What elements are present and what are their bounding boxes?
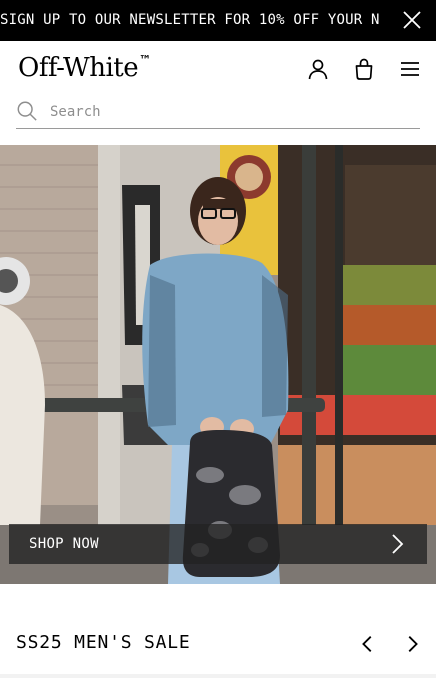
close-icon[interactable] (400, 8, 424, 32)
promo-banner-text[interactable]: SIGN UP TO OUR NEWSLETTER FOR 10% OFF YO… (0, 0, 380, 41)
chevron-right-icon (392, 534, 404, 554)
chevron-left-icon[interactable] (357, 633, 379, 655)
brand-logo[interactable]: Off-White™ (18, 53, 151, 83)
menu-icon[interactable] (398, 57, 422, 81)
hero-banner[interactable] (0, 145, 436, 584)
promo-bar: SIGN UP TO OUR NEWSLETTER FOR 10% OFF YO… (0, 0, 436, 41)
divider (0, 674, 436, 678)
search-bar (16, 98, 420, 129)
shopping-bag-icon[interactable] (352, 57, 376, 81)
shop-now-label: SHOP NOW (29, 536, 99, 552)
section-title: SS25 MEN'S SALE (16, 632, 191, 653)
hero-image (0, 145, 436, 584)
shop-now-button[interactable]: SHOP NOW (9, 524, 427, 564)
chevron-right-icon[interactable] (401, 633, 423, 655)
search-input[interactable] (50, 100, 410, 124)
account-icon[interactable] (306, 57, 330, 81)
search-icon[interactable] (16, 100, 38, 122)
site-header: Off-White™ (0, 41, 436, 97)
